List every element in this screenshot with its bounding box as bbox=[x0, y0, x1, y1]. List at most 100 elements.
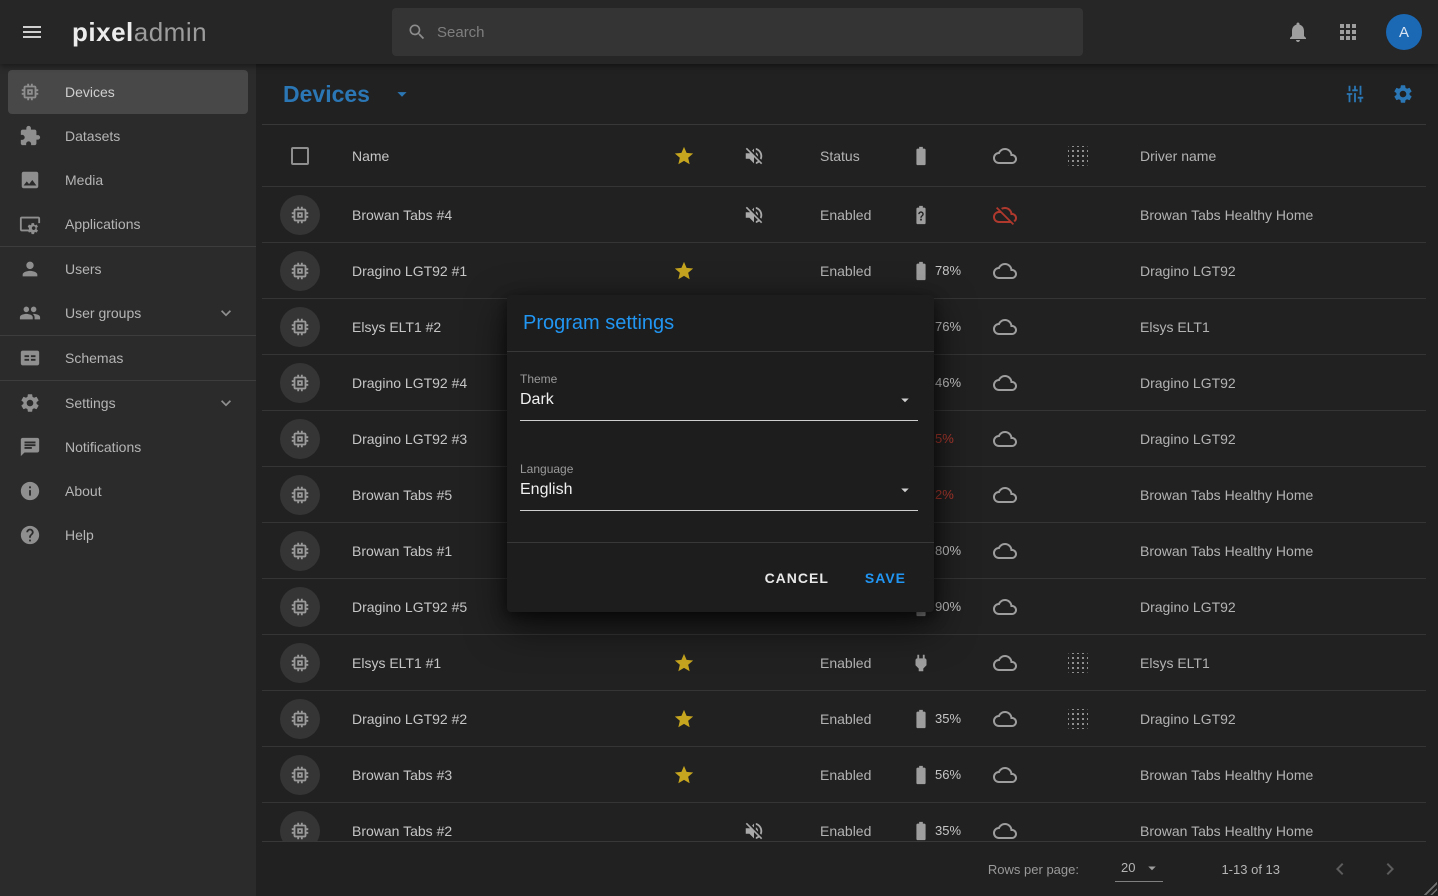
theme-value: Dark bbox=[520, 391, 554, 409]
device-avatar bbox=[280, 195, 320, 235]
grain-icon bbox=[1068, 709, 1088, 729]
volume-off-icon bbox=[743, 820, 765, 842]
user-avatar[interactable]: A bbox=[1386, 14, 1422, 50]
search-bar[interactable] bbox=[392, 8, 1083, 56]
sidebar-item-settings[interactable]: Settings bbox=[8, 381, 248, 425]
sidebar-item-label: Applications bbox=[65, 216, 141, 232]
battery-icon bbox=[910, 260, 932, 282]
device-name: Browan Tabs #4 bbox=[338, 207, 652, 223]
select-all-checkbox[interactable] bbox=[291, 147, 309, 165]
sidebar-item-notifications[interactable]: Notifications bbox=[8, 425, 248, 469]
status-text: Enabled bbox=[792, 207, 912, 223]
next-page-button[interactable] bbox=[1378, 857, 1402, 881]
grain-column-icon bbox=[1068, 146, 1088, 166]
table-row[interactable]: Dragino LGT92 #2 Enabled 35% Dragino LGT92 bbox=[262, 691, 1426, 747]
table-row[interactable]: Browan Tabs #4EnabledBrowan Tabs Healthy… bbox=[262, 187, 1426, 243]
device-avatar bbox=[280, 587, 320, 627]
page-header: Devices bbox=[262, 64, 1426, 125]
notifications-bell-icon[interactable] bbox=[1286, 20, 1310, 44]
theme-select[interactable]: Dark bbox=[520, 386, 918, 421]
table-row[interactable]: Dragino LGT92 #1 Enabled 78% Dragino LGT92 bbox=[262, 243, 1426, 299]
search-input[interactable] bbox=[437, 24, 1083, 41]
table-row[interactable]: Elsys ELT1 #1EnabledElsys ELT1 bbox=[262, 635, 1426, 691]
apps-grid-icon[interactable] bbox=[1336, 20, 1360, 44]
chip-icon bbox=[289, 484, 311, 506]
sidebar-item-label: About bbox=[65, 483, 102, 499]
star-icon bbox=[673, 708, 695, 730]
sidebar-item-devices[interactable]: Devices bbox=[8, 70, 248, 114]
star-icon bbox=[673, 764, 695, 786]
select-caret-icon bbox=[1143, 859, 1161, 877]
driver-name: Browan Tabs Healthy Home bbox=[1114, 767, 1426, 783]
device-name: Elsys ELT1 #1 bbox=[338, 655, 652, 671]
battery-percent: 78% bbox=[935, 263, 961, 278]
battery-percent: 90% bbox=[935, 599, 961, 614]
chip-icon bbox=[289, 652, 311, 674]
cloud-icon bbox=[993, 315, 1017, 339]
sidebar-item-applications[interactable]: Applications bbox=[8, 202, 248, 246]
sidebar-item-about[interactable]: About bbox=[8, 469, 248, 513]
language-label: Language bbox=[520, 462, 918, 476]
sidebar-item-help[interactable]: Help bbox=[8, 513, 248, 557]
battery-percent: 56% bbox=[935, 767, 961, 782]
sidebar-item-users[interactable]: Users bbox=[8, 247, 248, 291]
column-header-status: Status bbox=[792, 148, 912, 164]
sidebar-item-datasets[interactable]: Datasets bbox=[8, 114, 248, 158]
driver-name: Dragino LGT92 bbox=[1114, 711, 1426, 727]
previous-page-button[interactable] bbox=[1328, 857, 1352, 881]
language-value: English bbox=[520, 481, 572, 499]
save-button[interactable]: SAVE bbox=[865, 570, 906, 586]
volume-off-column-icon bbox=[743, 145, 765, 167]
status-text: Enabled bbox=[792, 711, 912, 727]
chip-icon bbox=[289, 540, 311, 562]
table-row[interactable]: Browan Tabs #2Enabled35%Browan Tabs Heal… bbox=[262, 803, 1426, 841]
device-avatar bbox=[280, 307, 320, 347]
table-row[interactable]: Browan Tabs #3Enabled56%Browan Tabs Heal… bbox=[262, 747, 1426, 803]
status-text: Enabled bbox=[792, 767, 912, 783]
battery-column-icon bbox=[910, 145, 932, 167]
column-header-driver: Driver name bbox=[1114, 148, 1426, 164]
menu-button[interactable] bbox=[14, 14, 50, 50]
cancel-button[interactable]: CANCEL bbox=[765, 570, 829, 586]
battery-percent: 35% bbox=[935, 823, 961, 838]
sidebar-item-label: Help bbox=[65, 527, 94, 543]
star-icon bbox=[673, 652, 695, 674]
status-text: Enabled bbox=[792, 263, 912, 279]
theme-label: Theme bbox=[520, 372, 918, 386]
select-caret-icon bbox=[896, 391, 914, 409]
sidebar-item-label: Settings bbox=[65, 395, 116, 411]
cloud-icon bbox=[993, 427, 1017, 451]
sidebar-item-label: Notifications bbox=[65, 439, 141, 455]
sidebar-item-label: Datasets bbox=[65, 128, 120, 144]
star-icon bbox=[673, 260, 695, 282]
filter-tune-icon[interactable] bbox=[1344, 83, 1366, 105]
cloud-icon bbox=[993, 707, 1017, 731]
page-title-dropdown-icon[interactable] bbox=[391, 83, 413, 105]
battery-percent: 80% bbox=[935, 543, 961, 558]
device-avatar bbox=[280, 251, 320, 291]
dialog-footer: CANCEL SAVE bbox=[507, 542, 934, 612]
device-name: Dragino LGT92 #2 bbox=[338, 711, 652, 727]
chip-icon bbox=[289, 204, 311, 226]
sidebar: Devices Datasets Media Applications UsersUse… bbox=[0, 64, 256, 896]
sidebar-item-media[interactable]: Media bbox=[8, 158, 248, 202]
search-icon bbox=[407, 22, 427, 42]
battery-percent: 35% bbox=[935, 711, 961, 726]
language-select[interactable]: English bbox=[520, 476, 918, 511]
sidebar-item-user-groups[interactable]: User groups bbox=[8, 291, 248, 335]
topbar: pixeladmin A bbox=[0, 0, 1438, 64]
table-settings-gear-icon[interactable] bbox=[1392, 83, 1414, 105]
device-name: Dragino LGT92 #1 bbox=[338, 263, 652, 279]
pagination-bar: Rows per page: 20 1-13 of 13 bbox=[262, 841, 1426, 896]
driver-name: Dragino LGT92 bbox=[1114, 375, 1426, 391]
status-text: Enabled bbox=[792, 655, 912, 671]
sidebar-item-schemas[interactable]: Schemas bbox=[8, 336, 248, 380]
chevron-left-icon bbox=[1328, 857, 1352, 881]
table-header-row: NameStatusDriver name bbox=[262, 125, 1426, 187]
rows-per-page-select[interactable]: 20 bbox=[1115, 857, 1163, 882]
cloud-icon bbox=[993, 539, 1017, 563]
driver-name: Dragino LGT92 bbox=[1114, 263, 1426, 279]
chevron-down-icon bbox=[216, 303, 236, 323]
person-icon bbox=[19, 258, 41, 280]
chevron-down-icon bbox=[216, 393, 236, 413]
